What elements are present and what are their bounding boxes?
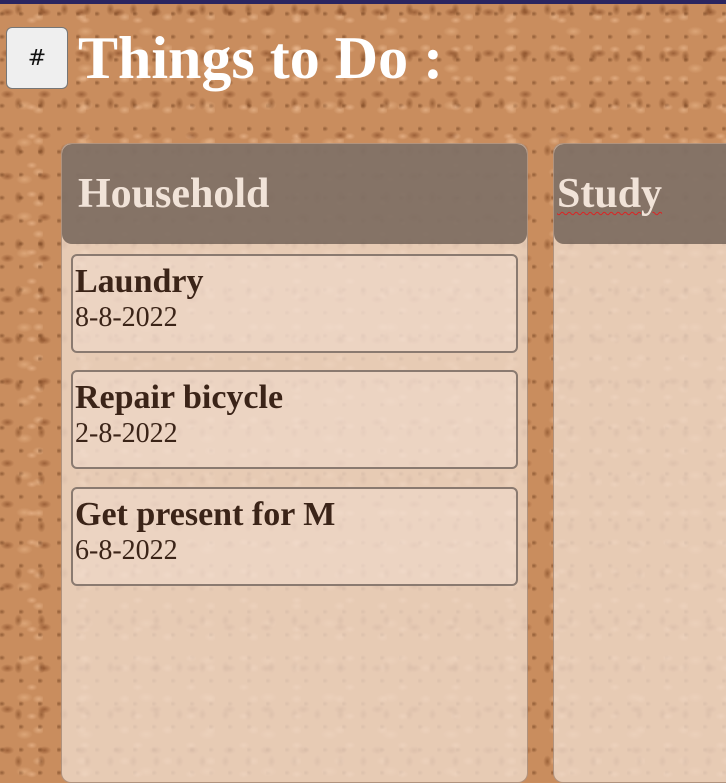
task-date: 6-8-2022	[75, 535, 178, 566]
column-household: Household Laundry 8-8-2022 Repair bicycl…	[61, 143, 528, 783]
task-date: 2-8-2022	[75, 418, 178, 449]
column-study: Study	[553, 143, 726, 783]
task-card[interactable]: Repair bicycle 2-8-2022	[71, 370, 518, 469]
top-bar	[0, 0, 726, 4]
menu-button[interactable]: #	[6, 27, 68, 89]
task-date: 8-8-2022	[75, 302, 178, 333]
column-header: Household	[62, 144, 527, 244]
column-title: Household	[78, 171, 270, 217]
task-title: Laundry	[75, 263, 204, 300]
column-header: Study	[554, 144, 726, 244]
task-card[interactable]: Laundry 8-8-2022	[71, 254, 518, 353]
column-title: Study	[557, 171, 663, 217]
page-title: Things to Do :	[78, 25, 444, 91]
task-title: Get present for M	[75, 496, 336, 533]
task-title: Repair bicycle	[75, 379, 284, 416]
task-card[interactable]: Get present for M 6-8-2022	[71, 487, 518, 586]
